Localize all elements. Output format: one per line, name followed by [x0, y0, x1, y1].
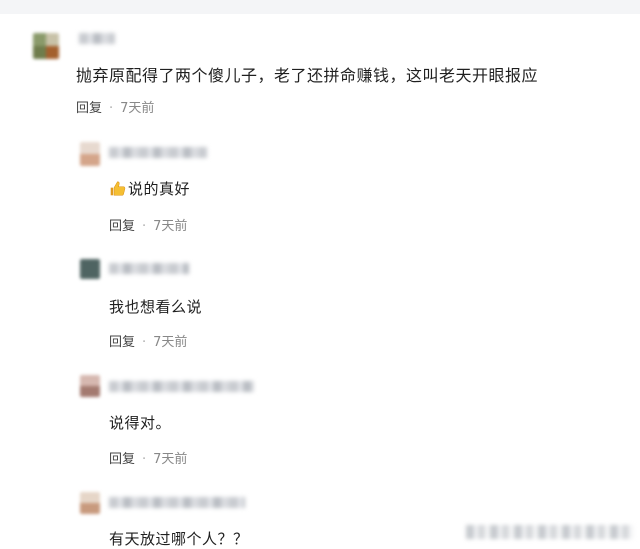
comment-text: 抛弃原配得了两个傻儿子，老了还拼命赚钱，这叫老天开眼报应 — [76, 66, 539, 85]
username[interactable] — [109, 381, 254, 392]
comment-text: 有天放过哪个人？？ — [109, 530, 249, 548]
separator-dot: · — [142, 335, 147, 350]
username[interactable] — [109, 263, 189, 274]
reply-button[interactable]: 回复 — [109, 219, 135, 234]
comment-meta: 回复 · 7天前 — [109, 215, 187, 234]
comment-text-label: 说的真好 — [128, 180, 191, 198]
username[interactable] — [79, 33, 115, 44]
separator-dot: · — [109, 101, 114, 116]
thumbs-up-icon — [110, 181, 126, 196]
avatar[interactable] — [80, 375, 100, 397]
comment-text: 说的真好 — [109, 178, 190, 199]
watermark — [466, 525, 634, 539]
separator-dot: · — [142, 452, 147, 467]
avatar[interactable] — [33, 33, 59, 59]
avatar[interactable] — [80, 492, 100, 514]
comment-meta: 回复 · 7天前 — [109, 331, 187, 350]
comment-meta: 回复 · 7天前 — [109, 448, 187, 467]
avatar[interactable] — [80, 142, 100, 166]
separator-dot: · — [142, 219, 147, 234]
reply-button[interactable]: 回复 — [109, 452, 135, 467]
comment-meta: 回复 · 7天前 — [76, 97, 154, 116]
reply-button[interactable]: 回复 — [109, 335, 135, 350]
reply-button[interactable]: 回复 — [76, 101, 102, 116]
comment-text: 说得对。 — [109, 414, 172, 432]
avatar[interactable] — [80, 259, 100, 279]
timestamp: 7天前 — [153, 452, 188, 467]
comment-text: 我也想看么说 — [109, 298, 203, 316]
username[interactable] — [109, 497, 245, 508]
top-band — [0, 0, 640, 14]
username[interactable] — [109, 147, 207, 158]
timestamp: 7天前 — [153, 219, 188, 234]
timestamp: 7天前 — [153, 335, 188, 350]
timestamp: 7天前 — [120, 101, 155, 116]
